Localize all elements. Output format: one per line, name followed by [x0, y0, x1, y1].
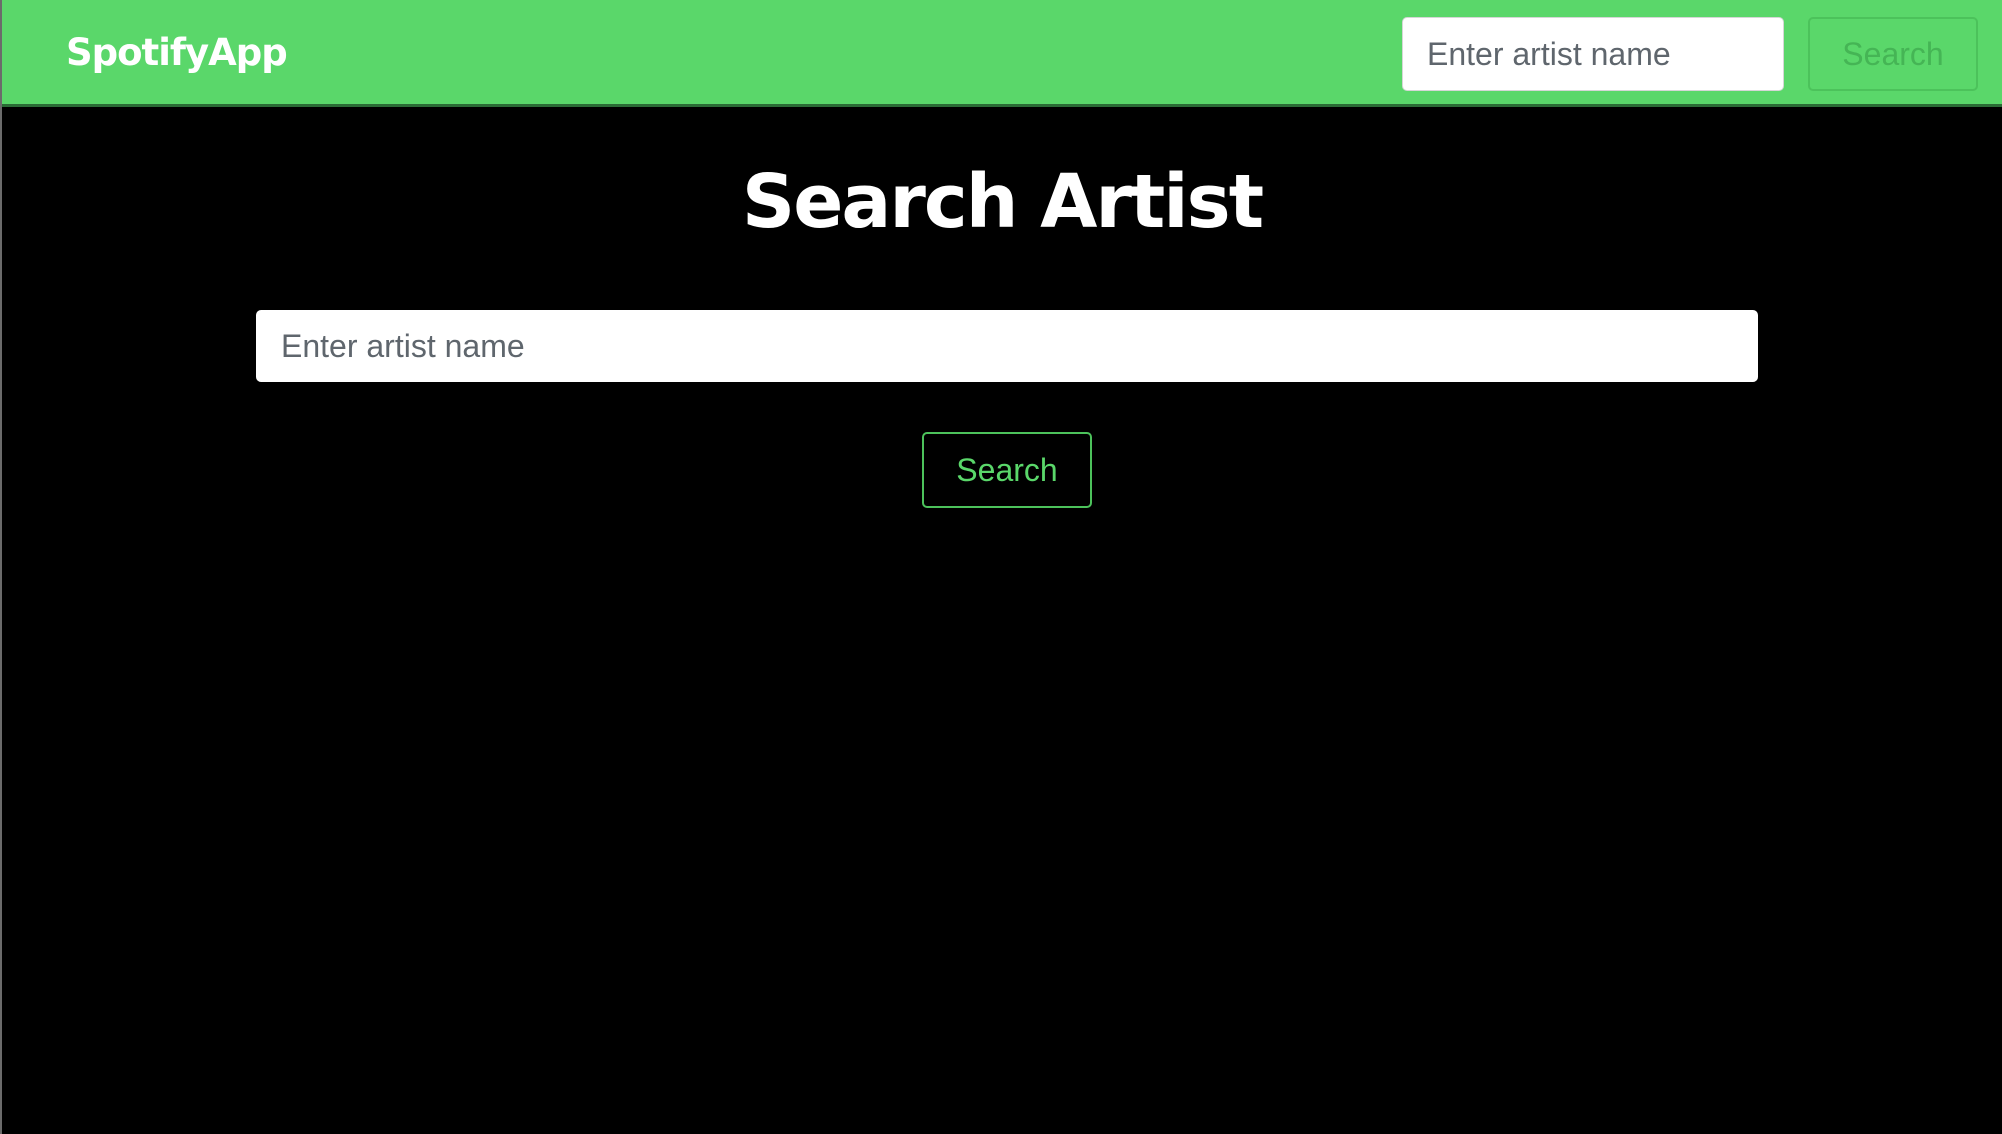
navbar-search-input[interactable]: [1402, 17, 1784, 91]
app-page: SpotifyApp Search Search Artist Search: [0, 0, 2002, 1134]
navbar-search-button[interactable]: Search: [1808, 17, 1978, 91]
top-navbar: SpotifyApp Search: [2, 0, 2002, 107]
search-button[interactable]: Search: [922, 432, 1092, 508]
artist-search-input[interactable]: [256, 310, 1758, 382]
brand-logo[interactable]: SpotifyApp: [66, 30, 288, 76]
page-title: Search Artist: [741, 159, 1264, 245]
